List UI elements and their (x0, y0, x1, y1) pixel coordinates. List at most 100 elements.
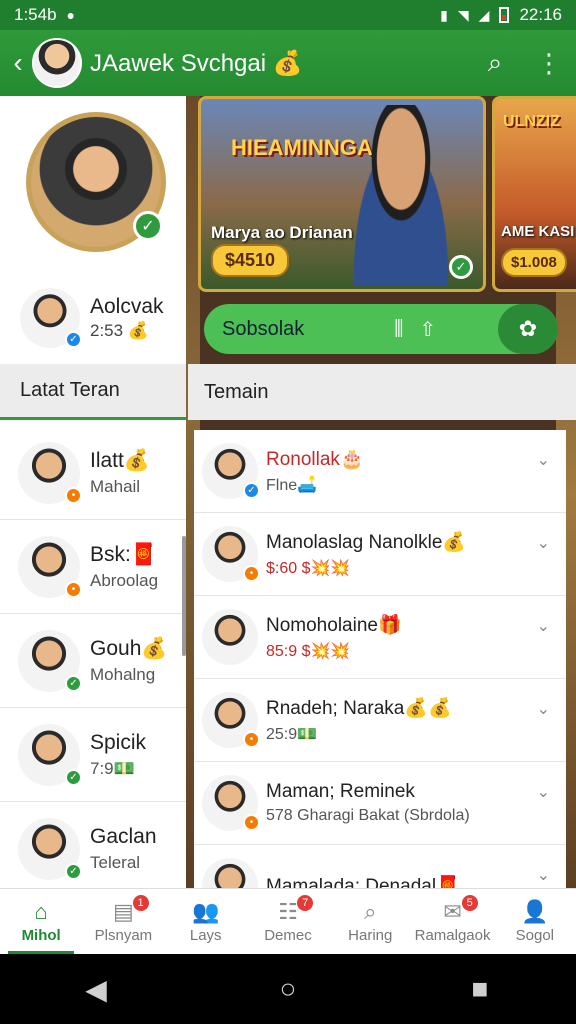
system-navigation: ◀ ○ ■ (0, 954, 576, 1024)
more-vert-icon[interactable]: ⋮ (522, 48, 576, 79)
price-badge: $1.008 (501, 248, 567, 277)
list-item-name-emoji: 💰 (141, 636, 168, 660)
list-item[interactable]: ✓ Ronollak🎂 Flne🛋️ ⌄ (194, 430, 566, 513)
card-caption: Marya ao Drianan (211, 223, 353, 242)
chevron-down-icon[interactable]: ⌄ (537, 533, 550, 553)
list-item[interactable]: ✓ Gaclan Teleral (0, 802, 186, 896)
nav-item-haring[interactable]: ⌕ Haring (329, 889, 411, 954)
notification-badge: 1 (132, 895, 149, 911)
nav-label: Mihol (21, 927, 61, 944)
list-item-sub-emoji: 💵 (297, 726, 318, 743)
list-item-name: Spicik (90, 731, 146, 755)
game-card[interactable]: HIEAMINNGA Marya ao Drianan $4510 ✓ (198, 96, 486, 292)
list-item-text: Ilatt💰 Mahail (90, 449, 150, 497)
price-badge: $4510 (211, 244, 290, 277)
avatar: ✓ (18, 723, 82, 786)
nav-item-ramalgaok[interactable]: ✉ Ramalgaok 5 (411, 889, 493, 954)
chevron-down-icon[interactable]: ⌄ (537, 782, 550, 802)
share-icon[interactable]: ⇧ (419, 317, 436, 342)
list-item-name-text: Ronollak (266, 449, 340, 470)
list-item-sub-text: Abroolag (90, 570, 159, 590)
tab-temain[interactable]: Temain (188, 364, 576, 420)
app-title-text: JAawek Svchgai (90, 49, 267, 77)
search-bar[interactable]: Sobsolak ⫼ ⇧ ✿ (204, 304, 558, 354)
profile-avatar-large[interactable]: ✓ (26, 112, 166, 252)
list-item-name: Rnadeh; Naraka💰💰 (266, 696, 566, 720)
list-item-sub: 25:9💵 (266, 724, 566, 744)
list-item[interactable]: Nomoholaine🎁 85:9 $💥💥 ⌄ (194, 596, 566, 679)
recents-square-icon[interactable]: ■ (450, 973, 510, 1005)
profile-summary[interactable]: ✓ Aolcvak 2:53 💰 (20, 286, 180, 350)
nav-item-mihol[interactable]: ⌂ Mihol (0, 889, 82, 954)
verified-check-icon: ✓ (133, 211, 163, 241)
list-item[interactable]: • Ilatt💰 Mahail (0, 426, 186, 520)
list-item-sub-text: Mahail (90, 476, 141, 496)
verified-check-icon: ✓ (449, 255, 473, 279)
vibrate-icon: ▮ (440, 6, 448, 23)
avatar (202, 609, 258, 665)
sliders-icon[interactable]: ⫼ (394, 318, 403, 341)
list-item[interactable]: • Maman; Reminek 578 Gharagi Bakat (Sbrdol… (194, 762, 566, 845)
list-item-sub-text: Teleral (90, 852, 141, 872)
app-bar: ‹ JAawek Svchgai 💰 ⌕ ⋮ (0, 30, 576, 96)
status-time: 1:54b (14, 5, 57, 24)
app-bar-avatar[interactable] (32, 38, 82, 88)
list-item-text: Ronollak🎂 Flne🛋️ (266, 447, 566, 495)
back-triangle-icon[interactable]: ◀ (66, 973, 126, 1006)
left-panel: ✓ ✓ Aolcvak 2:53 💰 Latat Teran • Ilatt💰 Ma… (0, 96, 186, 896)
search-icon[interactable]: ⌕ (468, 47, 522, 79)
chevron-down-icon[interactable]: ⌄ (537, 450, 550, 470)
list-item-name: Maman; Reminek (266, 781, 566, 803)
chevron-down-icon[interactable]: ⌄ (537, 865, 550, 885)
nav-item-demec[interactable]: ☷ Demec 7 (247, 889, 329, 954)
list-item-name: Ronollak🎂 (266, 447, 566, 471)
gift-icon[interactable]: ✿ (498, 304, 558, 354)
list-item[interactable]: ✓ Spicik 7:9💵 (0, 708, 186, 802)
avatar: • (202, 775, 260, 831)
list-item-sub-emoji: 💥💥 (310, 560, 351, 577)
nav-item-plsnyam[interactable]: ▤ Plsnyam 1 (82, 889, 164, 954)
list-item-sub-text: Flne (266, 477, 298, 494)
avatar: • (18, 535, 82, 598)
list-item-text: Nomoholaine🎁 85:9 $💥💥 (266, 613, 566, 661)
list-item-sub-text: 7:9 (90, 758, 114, 778)
list-item-name: Bsk:🧧 (90, 543, 158, 567)
back-icon[interactable]: ‹ (4, 47, 32, 79)
right-contact-list: ✓ Ronollak🎂 Flne🛋️ ⌄ • Manolaslag Nanolkle💰 $:… (194, 430, 566, 928)
list-item-sub-emoji: 💵 (113, 758, 135, 778)
nav-label: Lays (189, 927, 222, 944)
tab-latat-teran[interactable]: Latat Teran (0, 364, 186, 420)
game-card[interactable]: ULNZIZ AME KASI $1.008 (492, 96, 576, 292)
avatar: • (18, 441, 82, 504)
notification-icon: ● (66, 7, 76, 23)
list-item-name-emoji: 💰 (442, 532, 467, 553)
card-image (341, 105, 461, 285)
status-badge: • (243, 814, 260, 831)
notification-badge: 7 (297, 895, 314, 911)
profile-sub: 2:53 💰 (90, 321, 164, 341)
avatar: ✓ (18, 817, 82, 880)
list-item-name-text: Bsk: (90, 542, 131, 566)
list-item-text: Gaclan Teleral (90, 825, 157, 873)
search-icon: ⌕ (364, 899, 377, 924)
list-item-name: Gaclan (90, 825, 157, 849)
nav-item-lays[interactable]: 👥 Lays (165, 889, 247, 954)
list-item[interactable]: • Manolaslag Nanolkle💰 $:60 $💥💥 ⌄ (194, 513, 566, 596)
list-item[interactable]: • Rnadeh; Naraka💰💰 25:9💵 ⌄ (194, 679, 566, 762)
avatar: ✓ (202, 443, 260, 499)
list-item-sub: Abroolag (90, 571, 158, 591)
list-item[interactable]: ✓ Gouh💰 Mohalng (0, 614, 186, 708)
profile-sub-emoji: 💰 (127, 321, 149, 340)
list-item-name: Manolaslag Nanolkle💰 (266, 530, 566, 554)
profile-sub-text: 2:53 (90, 321, 124, 340)
nav-item-sogol[interactable]: 👤 Sogol (494, 889, 576, 954)
chevron-down-icon[interactable]: ⌄ (537, 699, 550, 719)
home-circle-icon[interactable]: ○ (258, 973, 318, 1005)
list-item-text: Maman; Reminek 578 Gharagi Bakat (Sbrdola… (266, 781, 566, 825)
chevron-down-icon[interactable]: ⌄ (537, 616, 550, 636)
list-item-sub: $:60 $💥💥 (266, 558, 566, 578)
list-item-name-emoji: 💰 (123, 448, 151, 472)
list-item[interactable]: • Bsk:🧧 Abroolag (0, 520, 186, 614)
scrollbar[interactable] (182, 536, 186, 656)
game-card-carousel[interactable]: HIEAMINNGA Marya ao Drianan $4510 ✓ ULNZ… (198, 96, 576, 292)
